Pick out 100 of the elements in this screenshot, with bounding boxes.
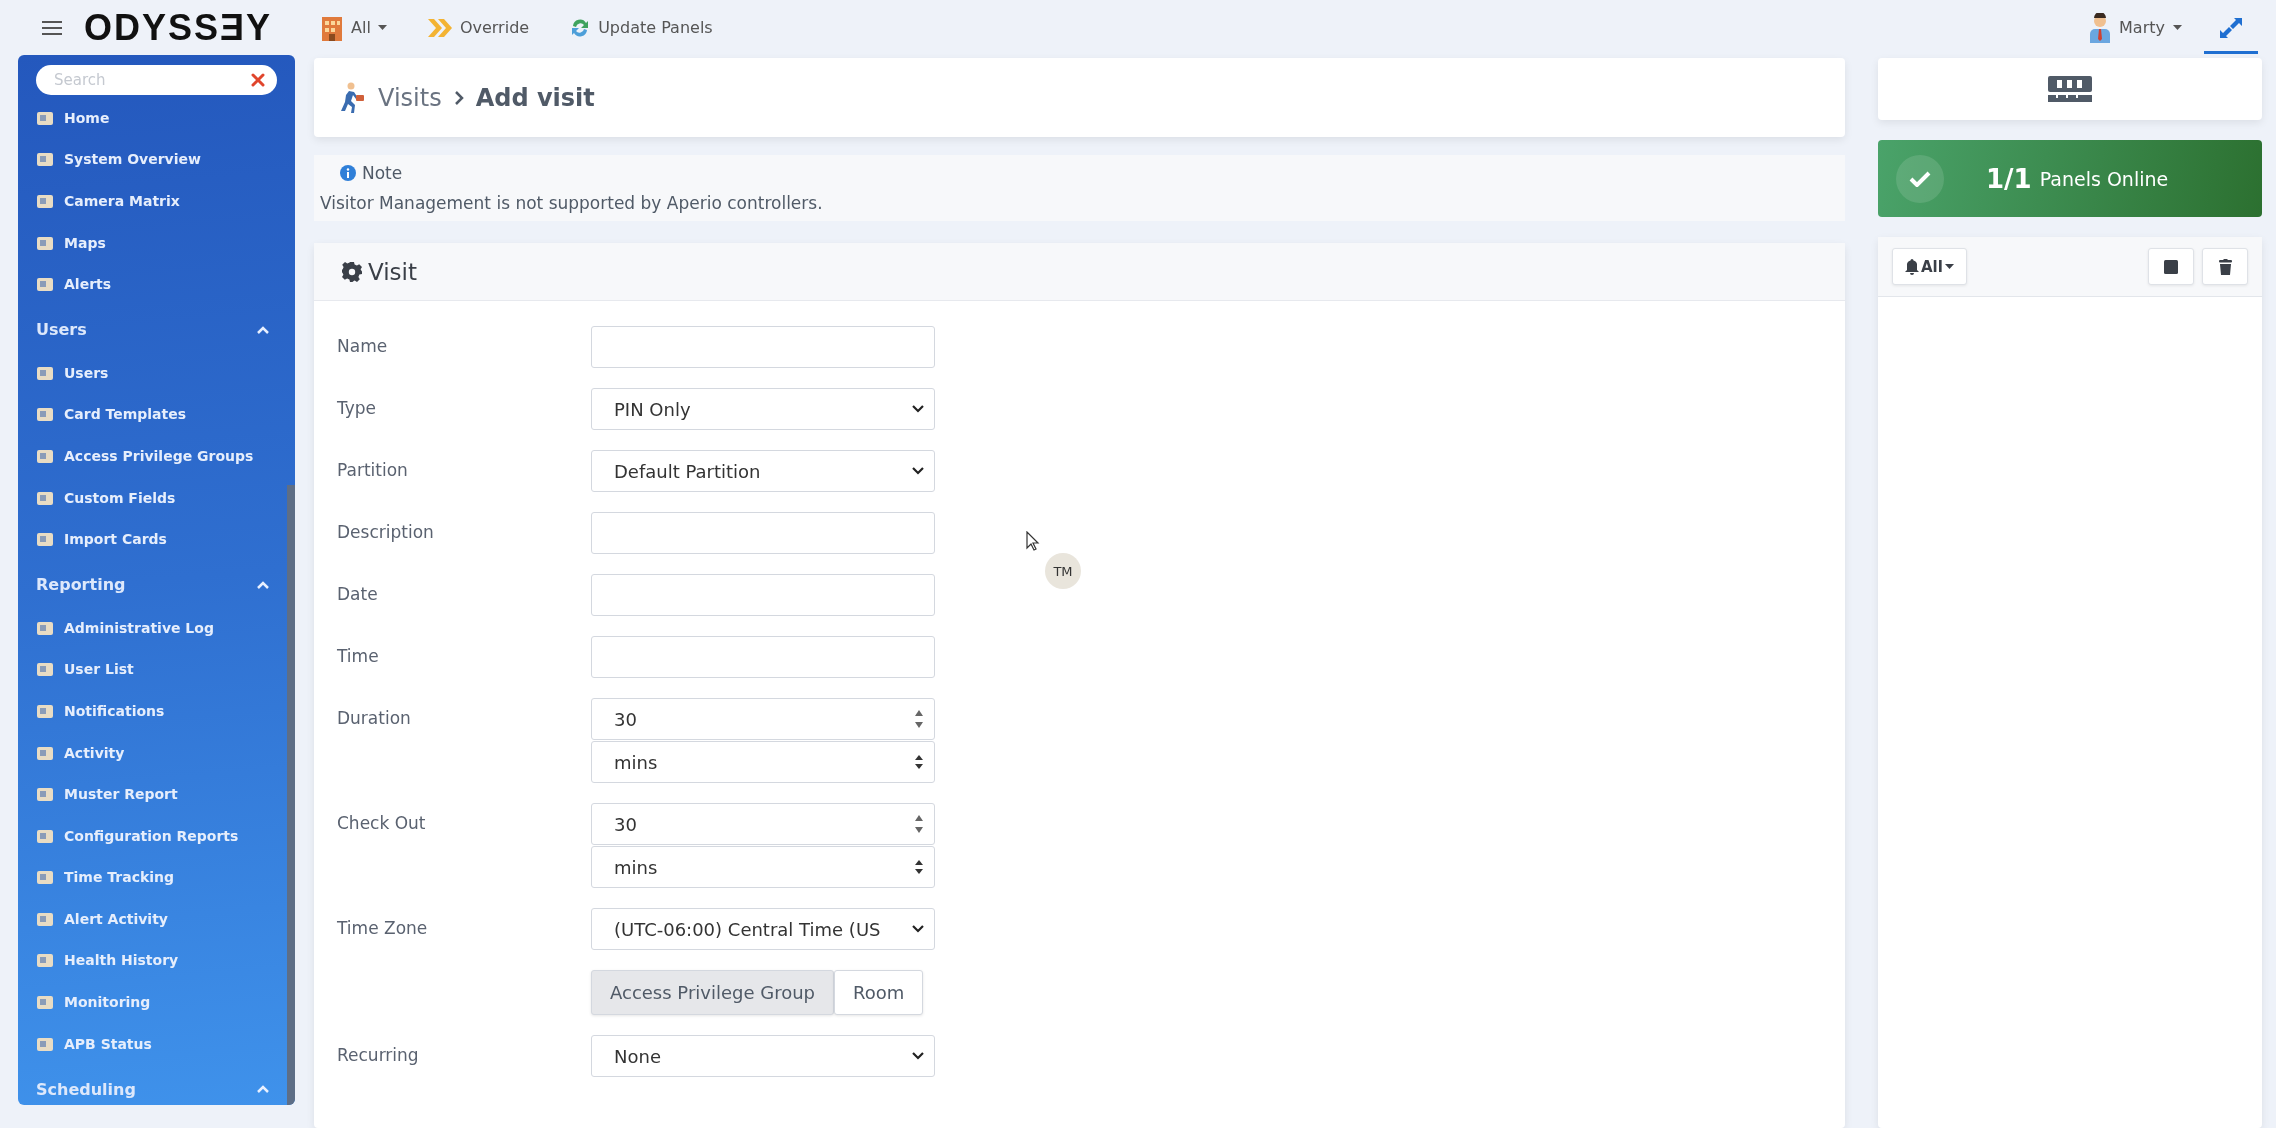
sidebar-item[interactable]: Health History (36, 939, 277, 982)
avatar-badge: TM (1045, 553, 1081, 589)
sidebar-item[interactable]: Users (36, 351, 277, 394)
panel-count: 1/1 (1986, 163, 2032, 194)
status-label: Panels Online (2039, 167, 2169, 190)
memory-icon (2048, 76, 2092, 102)
tile-icon (36, 952, 54, 969)
tile-icon (36, 702, 54, 719)
scrollbar[interactable] (287, 485, 295, 1105)
tile-icon (36, 364, 54, 381)
tile-icon (36, 869, 54, 886)
toggle-button[interactable]: Room (834, 970, 924, 1015)
section-title: Scheduling (36, 1079, 136, 1099)
sidebar-item[interactable]: Configuration Reports (36, 814, 277, 857)
nav-link[interactable]: Update Panels (569, 16, 713, 39)
sidebar-item[interactable]: Time Tracking (36, 856, 277, 899)
chevron-down-icon (912, 925, 924, 933)
sidebar-section-header[interactable]: Users (36, 307, 277, 352)
chevron-down-icon (912, 467, 924, 475)
input-field[interactable] (591, 326, 935, 368)
sidebar-item[interactable]: Camera Matrix (36, 180, 277, 222)
card-title: Visit (368, 258, 417, 285)
tile-icon (36, 234, 54, 251)
tile-icon (36, 661, 54, 678)
spinner-arrows-icon[interactable] (914, 708, 924, 730)
sidebar-item[interactable]: Administrative Log (36, 606, 277, 649)
number-field[interactable]: 30 (591, 803, 935, 845)
close-icon[interactable] (251, 73, 265, 87)
search-field[interactable]: Search (36, 65, 277, 95)
sidebar-item[interactable]: APB Status (36, 1022, 277, 1065)
sidebar-item[interactable]: Notifications (36, 690, 277, 732)
bell-icon (1905, 258, 1919, 275)
sidebar-item[interactable]: System Overview (36, 138, 277, 181)
logo[interactable]: ODYSSƎY (84, 6, 273, 49)
up-down-caret-icon (914, 859, 924, 875)
menu-icon[interactable] (42, 20, 62, 35)
page-title: Add visit (475, 83, 595, 112)
sidebar-item[interactable]: Activity (36, 731, 277, 774)
caret-icon (1944, 264, 1954, 269)
tile-icon (36, 406, 54, 423)
number-field[interactable]: 30 (591, 698, 935, 740)
select-field[interactable]: mins (591, 846, 935, 888)
chevron-down-icon (912, 1052, 924, 1060)
field-label: Partition (337, 460, 408, 480)
user-menu[interactable]: Marty (2089, 12, 2182, 43)
info-icon (340, 165, 356, 181)
select-field[interactable]: mins (591, 741, 935, 783)
up-down-caret-icon (914, 754, 924, 770)
sidebar-item[interactable]: Monitoring (36, 981, 277, 1023)
building-icon (320, 14, 345, 41)
field-label: Duration (337, 708, 411, 728)
chevron-down-icon (912, 405, 924, 413)
sidebar-item[interactable]: User List (36, 648, 277, 691)
field-label: Description (337, 522, 434, 542)
chevron-right-icon (453, 89, 464, 106)
select-field[interactable]: PIN Only (591, 388, 935, 430)
field-label: Name (337, 336, 388, 356)
sidebar-item[interactable]: Muster Report (36, 773, 277, 815)
select-field[interactable]: None (591, 1035, 935, 1077)
tile-icon (36, 531, 54, 548)
tile-icon (36, 151, 54, 168)
select-field[interactable]: Default Partition (591, 450, 935, 492)
input-field[interactable] (591, 512, 935, 554)
sidebar-item[interactable]: Custom Fields (36, 476, 277, 519)
check-icon (1909, 170, 1931, 187)
field-label: Time (337, 646, 379, 666)
expand-icon (2218, 15, 2244, 40)
sidebar-section-header[interactable]: Scheduling (36, 1067, 277, 1105)
tile-icon (36, 447, 54, 464)
stop-button[interactable] (2148, 248, 2194, 285)
sidebar-item[interactable]: Alerts (36, 263, 277, 305)
field-label: Type (337, 398, 377, 418)
input-field[interactable] (591, 574, 935, 616)
breadcrumb-link[interactable]: Visits (378, 83, 442, 112)
tile-icon (36, 994, 54, 1011)
nav-link[interactable]: All (320, 14, 387, 41)
delete-button[interactable] (2202, 248, 2248, 285)
double-chevron-icon (426, 17, 453, 38)
sidebar-item[interactable]: Maps (36, 221, 277, 264)
tile-icon (36, 619, 54, 636)
tile-icon (36, 489, 54, 506)
tile-icon (36, 910, 54, 927)
tile-icon (36, 827, 54, 844)
filter-dropdown[interactable]: All (1892, 248, 1967, 285)
sidebar-item[interactable]: Home (36, 97, 277, 139)
stop-icon (2164, 259, 2178, 274)
spinner-arrows-icon[interactable] (914, 813, 924, 835)
input-field[interactable] (591, 636, 935, 678)
sidebar-item[interactable]: Import Cards (36, 518, 277, 560)
sidebar-item[interactable]: Alert Activity (36, 898, 277, 940)
person-icon (2089, 12, 2112, 43)
field-label: Time Zone (337, 918, 428, 938)
tile-icon (36, 786, 54, 803)
note-text: Visitor Management is not supported by Aperio controllers. (320, 193, 824, 213)
nav-link[interactable]: Override (426, 17, 530, 38)
sidebar-item[interactable]: Card Templates (36, 393, 277, 436)
toggle-button[interactable]: Access Privilege Group (591, 970, 835, 1015)
select-field[interactable]: (UTC-06:00) Central Time (US (591, 908, 935, 950)
sidebar-section-header[interactable]: Reporting (36, 562, 277, 607)
sidebar-item[interactable]: Access Privilege Groups (36, 435, 277, 477)
